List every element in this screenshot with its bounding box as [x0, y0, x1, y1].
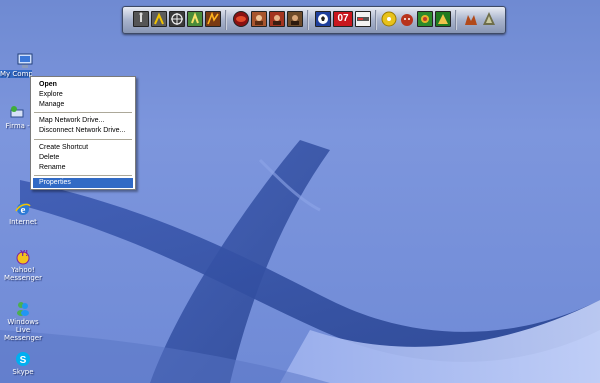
msn-messenger-icon — [14, 300, 32, 318]
pes-07-label: 07 — [337, 13, 349, 24]
desktop-icon-my-computer[interactable]: My Computer — [0, 52, 50, 78]
desktop-icon-skype[interactable]: S Skype — [0, 350, 48, 376]
menu-item-manage[interactable]: Manage — [33, 100, 133, 110]
quick-launch-dock: 07 — [122, 6, 506, 34]
game-icon[interactable] — [463, 11, 479, 27]
desktop-icon-label: Windows Live Messenger — [3, 318, 42, 342]
ie-icon: e — [14, 200, 32, 218]
game-icon[interactable] — [435, 11, 451, 27]
menu-item-open[interactable]: Open — [33, 80, 133, 90]
half-life-icon[interactable] — [187, 11, 203, 27]
menu-item-disconnect-network-drive[interactable]: Disconnect Network Drive... — [33, 126, 133, 136]
yahoo-messenger-icon: Y! — [14, 248, 32, 266]
menu-item-explore[interactable]: Explore — [33, 90, 133, 100]
game-icon[interactable] — [287, 11, 303, 27]
crosshair-icon[interactable] — [169, 11, 185, 27]
wallpaper — [0, 140, 600, 383]
desktop-icon-yahoo-messenger[interactable]: Y! Yahoo! Messenger — [0, 248, 48, 282]
desktop-icon-label: Yahoo! Messenger — [3, 266, 42, 282]
dock-separator — [225, 10, 227, 30]
desktop-icon-label: Internet — [9, 218, 37, 226]
dock-separator — [307, 10, 309, 30]
menu-item-map-network-drive[interactable]: Map Network Drive... — [33, 116, 133, 126]
game-icon[interactable] — [269, 11, 285, 27]
skype-icon: S — [14, 350, 32, 368]
svg-text:Y!: Y! — [20, 249, 28, 258]
menu-item-rename[interactable]: Rename — [33, 163, 133, 173]
game-icon[interactable] — [233, 11, 249, 27]
game-icon[interactable] — [399, 11, 415, 27]
game-icon[interactable] — [151, 11, 167, 27]
game-icon[interactable] — [417, 11, 433, 27]
counter-strike-icon[interactable] — [133, 11, 149, 27]
menu-separator — [34, 139, 132, 140]
menu-separator — [34, 112, 132, 113]
desktop-icon-label: My Computer — [0, 70, 32, 78]
soccer-ball-icon[interactable] — [315, 11, 331, 27]
game-icon[interactable] — [481, 11, 497, 27]
dock-separator — [375, 10, 377, 30]
pes-07-icon[interactable]: 07 — [333, 11, 353, 27]
dock-separator — [455, 10, 457, 30]
menu-item-delete[interactable]: Delete — [33, 153, 133, 163]
disk-tool-icon[interactable] — [355, 11, 371, 27]
desktop-icon-windows-live-messenger[interactable]: Windows Live Messenger — [0, 300, 48, 342]
menu-item-properties[interactable]: Properties — [33, 178, 133, 188]
game-icon[interactable] — [251, 11, 267, 27]
context-menu: Open Explore Manage Map Network Drive...… — [30, 76, 136, 190]
desktop[interactable]: 07 My Computer — [0, 0, 600, 383]
svg-text:S: S — [20, 355, 27, 366]
menu-separator — [34, 175, 132, 176]
menu-item-create-shortcut[interactable]: Create Shortcut — [33, 143, 133, 153]
cd-icon[interactable] — [381, 11, 397, 27]
desktop-icon-label: Skype — [12, 368, 34, 376]
computer-icon — [16, 52, 34, 70]
network-icon — [8, 104, 26, 122]
desktop-icon-internet[interactable]: e Internet — [0, 200, 48, 226]
game-icon[interactable] — [205, 11, 221, 27]
